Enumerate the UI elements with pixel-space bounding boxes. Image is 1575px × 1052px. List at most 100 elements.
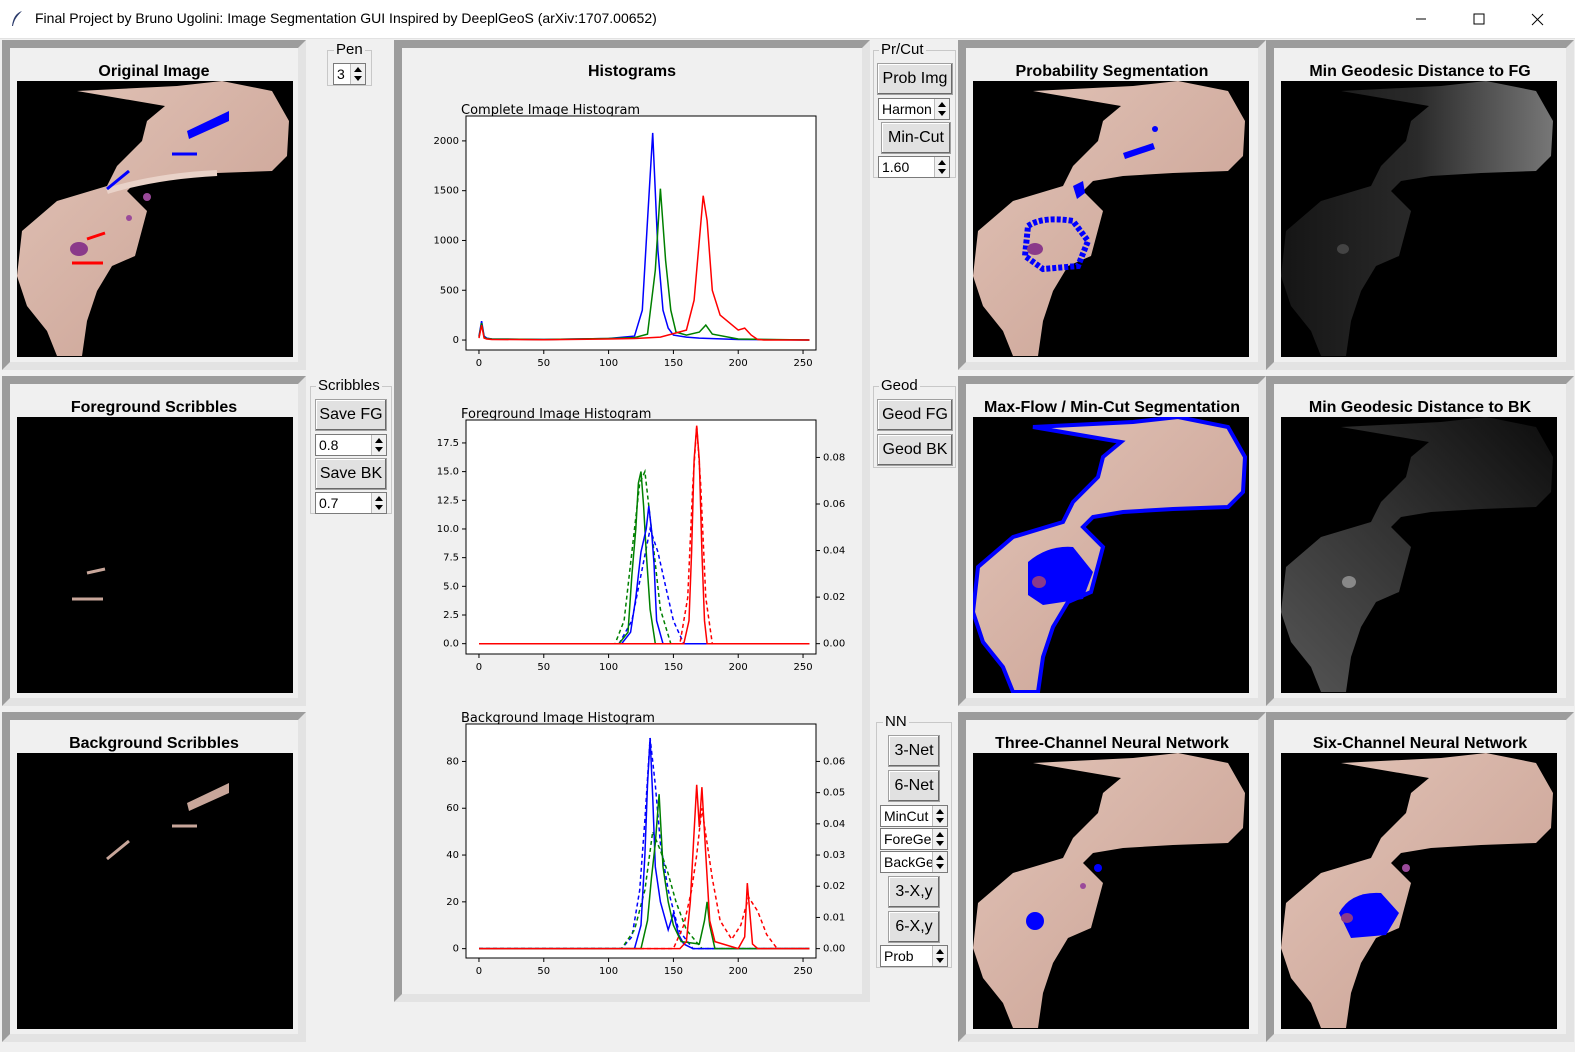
y2-tick-label: 0.00 <box>823 944 845 955</box>
method-value: Harmon <box>882 101 932 117</box>
save-bk-button[interactable]: Save BK <box>315 458 387 490</box>
x-tick-label: 250 <box>793 966 812 977</box>
y2-tick-label: 0.02 <box>823 592 845 603</box>
spin-arrows-icon[interactable] <box>934 99 949 119</box>
geod-bk-button[interactable]: Geod BK <box>877 434 953 466</box>
y-tick-label: 60 <box>446 803 459 814</box>
y2-tick-label: 0.00 <box>823 639 845 650</box>
six-net-button[interactable]: 6-Net <box>888 770 940 802</box>
spin-arrows-icon[interactable] <box>934 157 949 177</box>
y2-tick-label: 0.06 <box>823 756 845 767</box>
title-bar: Final Project by Bruno Ugolini: Image Se… <box>0 0 1575 39</box>
lambda-spinbox[interactable]: 1.60 <box>878 156 950 178</box>
three-xy-button[interactable]: 3-X,y <box>888 876 940 908</box>
y2-tick-label: 0.01 <box>823 912 845 923</box>
six-xy-button[interactable]: 6-X,y <box>888 911 940 943</box>
y2-tick-label: 0.08 <box>823 452 845 463</box>
method-spinbox[interactable]: Harmon <box>878 98 950 120</box>
chart-plot-area <box>465 419 817 655</box>
y-tick-label: 5.0 <box>443 581 459 592</box>
geod-fg-button[interactable]: Geod FG <box>877 399 953 431</box>
x-tick-label: 100 <box>599 966 618 977</box>
three-channel-nn-panel: Three-Channel Neural Network <box>958 712 1266 1042</box>
nn-label: NN <box>883 713 909 731</box>
fg-weight-value: 0.8 <box>319 437 339 453</box>
x-tick-label: 50 <box>537 358 550 369</box>
y-tick-label: 2000 <box>434 136 459 147</box>
tissue-image <box>17 81 289 356</box>
y-tick-label: 80 <box>446 756 459 767</box>
background-scribbles-panel: Background Scribbles <box>2 712 306 1042</box>
minimize-icon <box>1416 18 1426 20</box>
close-icon <box>1531 13 1544 26</box>
nn-group: NN 3-Net 6-Net MinCut ForeGeo BackGeo 3-… <box>876 713 952 968</box>
three-net-button[interactable]: 3-Net <box>888 735 940 767</box>
y2-tick-label: 0.04 <box>823 546 845 557</box>
nn-mode-value: Prob <box>884 948 914 964</box>
bk-weight-spinbox[interactable]: 0.7 <box>315 492 387 514</box>
maximize-button[interactable] <box>1450 0 1508 38</box>
save-fg-button[interactable]: Save FG <box>315 399 387 431</box>
x-tick-label: 200 <box>729 662 748 673</box>
pen-size-spinbox[interactable]: 3 <box>333 63 366 85</box>
histogram-charts: 0 50 100 150 200 25005001000150020000 50 100 150… <box>434 115 845 977</box>
nn-option2-spinbox[interactable]: ForeGeo <box>880 828 948 850</box>
spin-arrows-icon[interactable] <box>932 946 947 966</box>
maxflow-mincut-panel: Max-Flow / Min-Cut Segmentation <box>958 376 1266 706</box>
y2-tick-label: 0.06 <box>823 499 845 510</box>
probability-segmentation-panel: Probability Segmentation <box>958 40 1266 370</box>
maxflow-segmentation-image <box>973 417 1249 693</box>
panel-title: Probability Segmentation <box>1015 63 1209 80</box>
y-tick-label: 20 <box>446 897 459 908</box>
x-tick-label: 150 <box>664 662 683 673</box>
y-tick-label: 2.5 <box>443 610 459 621</box>
y-tick-label: 7.5 <box>443 553 459 564</box>
prcut-label: Pr/Cut <box>879 41 926 59</box>
panel-title: Original Image <box>98 63 210 80</box>
nn-mode-spinbox[interactable]: Prob <box>880 945 948 967</box>
y-tick-label: 0 <box>453 944 459 955</box>
nn-option3-spinbox[interactable]: BackGeo <box>880 851 948 873</box>
three-net-render <box>973 753 1245 1028</box>
original-image-canvas[interactable] <box>17 81 293 357</box>
spin-arrows-icon[interactable] <box>350 64 365 84</box>
panel-title: Background Scribbles <box>69 735 239 752</box>
window-title: Final Project by Bruno Ugolini: Image Se… <box>35 10 657 26</box>
y-tick-label: 15.0 <box>437 467 459 478</box>
prcut-group: Pr/Cut Prob Img Harmon Min-Cut 1.60 <box>873 41 956 178</box>
x-tick-label: 200 <box>729 358 748 369</box>
spin-arrows-icon[interactable] <box>932 829 947 849</box>
x-tick-label: 100 <box>599 662 618 673</box>
y-tick-label: 17.5 <box>437 438 459 449</box>
minimize-button[interactable] <box>1392 0 1450 38</box>
panel-title: Max-Flow / Min-Cut Segmentation <box>984 399 1240 416</box>
spin-arrows-icon[interactable] <box>932 806 947 826</box>
spin-arrows-icon[interactable] <box>371 493 386 513</box>
x-tick-label: 50 <box>537 966 550 977</box>
geod-group: Geod Geod FG Geod BK <box>873 377 956 468</box>
prob-img-button[interactable]: Prob Img <box>877 63 953 95</box>
y-tick-label: 1500 <box>434 186 459 197</box>
close-button[interactable] <box>1508 0 1566 38</box>
scribbles-label: Scribbles <box>316 377 382 395</box>
bk-scribble-marks <box>106 783 229 861</box>
geod-label: Geod <box>879 377 920 395</box>
x-tick-label: 200 <box>729 966 748 977</box>
foreground-scribbles-panel: Foreground Scribbles <box>2 376 306 706</box>
spin-arrows-icon[interactable] <box>932 852 947 872</box>
nn-option1-spinbox[interactable]: MinCut <box>880 805 948 827</box>
fg-weight-spinbox[interactable]: 0.8 <box>315 434 387 456</box>
min-cut-button[interactable]: Min-Cut <box>881 122 951 154</box>
spin-arrows-icon[interactable] <box>371 435 386 455</box>
x-tick-label: 0 <box>476 358 482 369</box>
pen-label: Pen <box>334 41 365 59</box>
six-channel-nn-panel: Six-Channel Neural Network <box>1266 712 1574 1042</box>
six-net-render <box>1281 753 1553 1028</box>
y-tick-label: 0.0 <box>443 639 459 650</box>
panel-title: Six-Channel Neural Network <box>1312 735 1528 752</box>
original-image-panel: Original Image <box>2 40 306 370</box>
y2-tick-label: 0.02 <box>823 881 845 892</box>
geodesic-bk-image <box>1281 417 1557 693</box>
pen-size-value: 3 <box>337 66 345 82</box>
geodesic-bk-panel: Min Geodesic Distance to BK <box>1266 376 1574 706</box>
